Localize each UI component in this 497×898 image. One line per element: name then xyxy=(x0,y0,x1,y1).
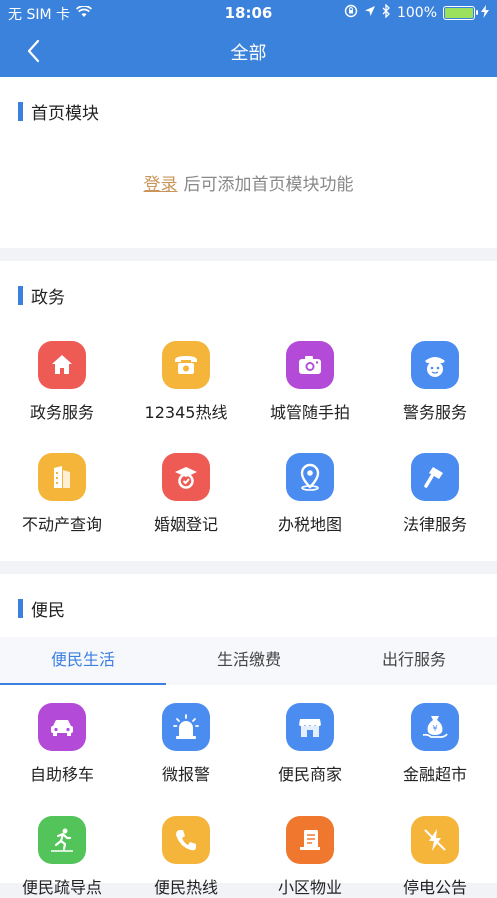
svg-text:¥: ¥ xyxy=(432,724,437,733)
conv-label: 小区物业 xyxy=(277,878,342,897)
conv-item[interactable]: 便民热线 xyxy=(124,816,248,898)
conv-item[interactable]: 微报警 xyxy=(124,703,248,785)
car-icon xyxy=(38,703,86,751)
conv-item[interactable]: 自助移车 xyxy=(0,703,124,785)
conv-item[interactable]: 便民疏导点 xyxy=(0,816,124,898)
conv-item[interactable]: 便民商家 xyxy=(248,703,372,785)
conv-item[interactable]: 小区物业 xyxy=(248,816,372,898)
conv-label: 便民热线 xyxy=(153,878,218,897)
conv-label: 停电公告 xyxy=(402,878,467,897)
shop-icon xyxy=(286,703,334,751)
phone-icon xyxy=(162,816,210,864)
conv-label: 金融超市 xyxy=(402,765,467,784)
convenience-grid: 自助移车 微报警 便民商家 ¥ 金融超市便民疏导点 便民热线 小区物业 停电公告 xyxy=(0,0,497,897)
alarm-icon xyxy=(162,703,210,751)
power-off-icon xyxy=(411,816,459,864)
conv-item[interactable]: 停电公告 xyxy=(373,816,497,898)
conv-item[interactable]: ¥ 金融超市 xyxy=(373,703,497,785)
money-bag-icon: ¥ xyxy=(411,703,459,751)
document-icon xyxy=(286,816,334,864)
conv-label: 微报警 xyxy=(161,765,210,784)
conv-label: 自助移车 xyxy=(29,765,94,784)
runner-icon xyxy=(38,816,86,864)
conv-label: 便民商家 xyxy=(277,765,342,784)
conv-label: 便民疏导点 xyxy=(21,878,102,897)
